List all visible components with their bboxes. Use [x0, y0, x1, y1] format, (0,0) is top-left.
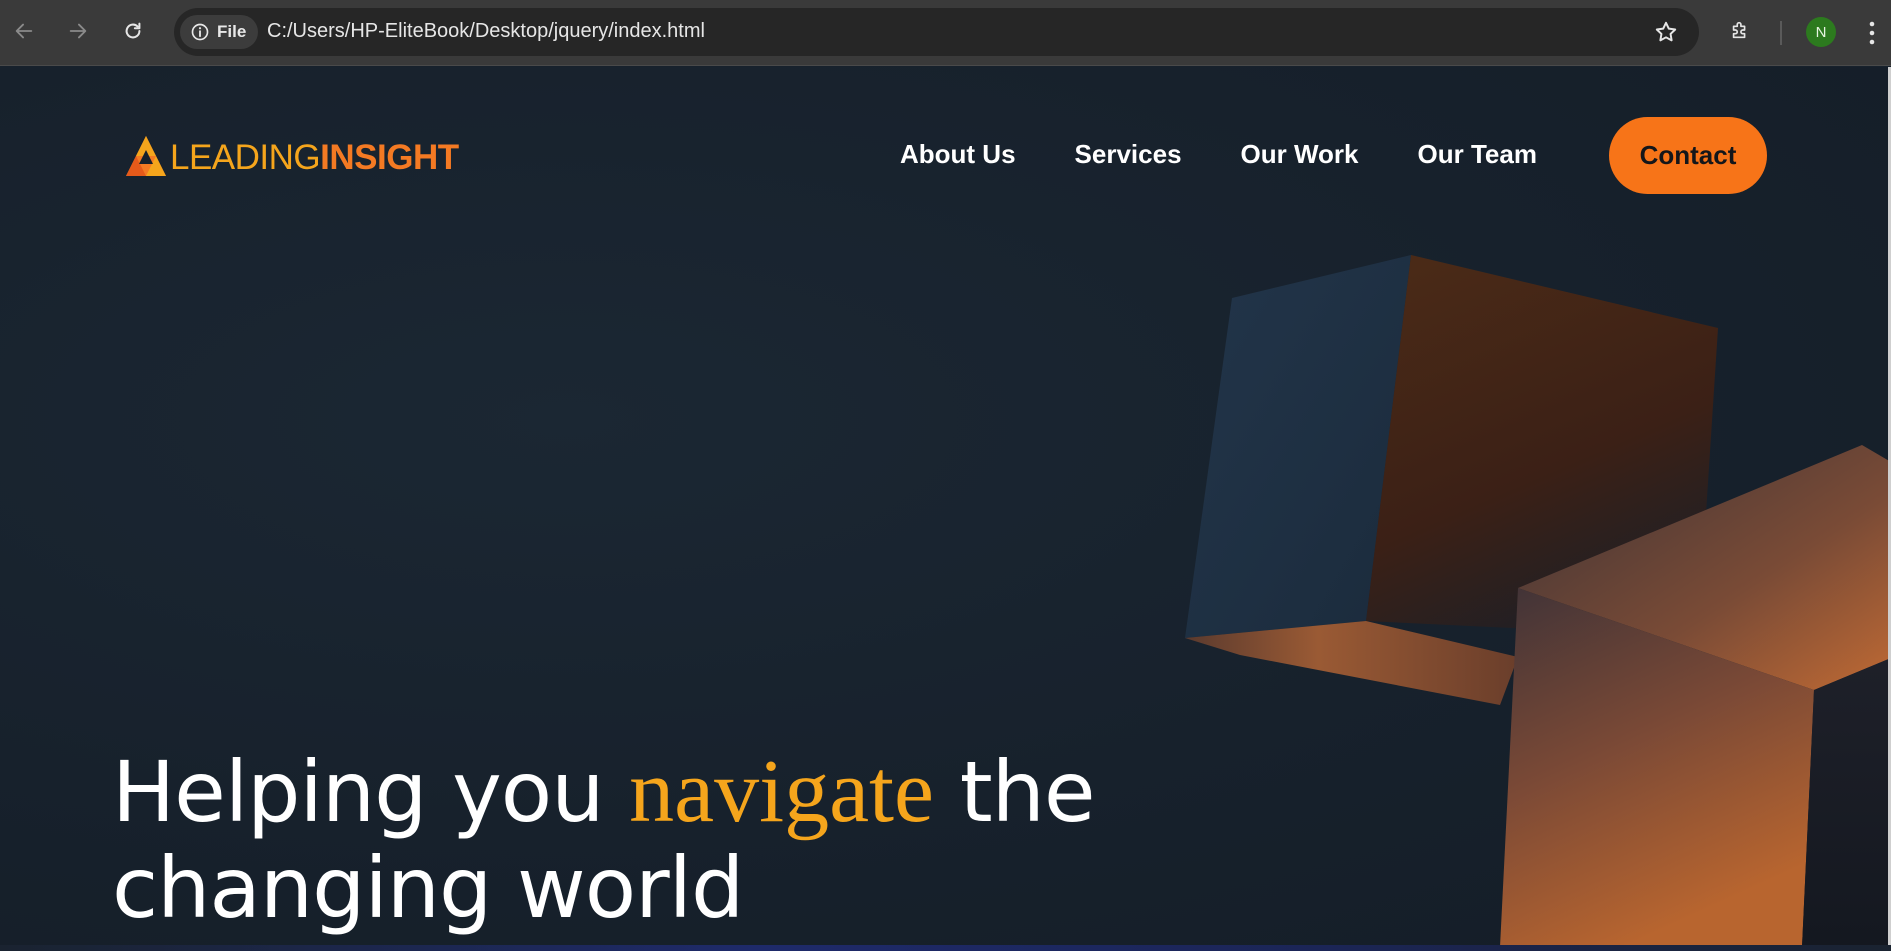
page-viewport: LEADINGINSIGHT About Us Services Our Wor…	[0, 67, 1891, 947]
forward-button[interactable]	[62, 15, 94, 47]
star-icon[interactable]	[1653, 19, 1679, 45]
reload-button[interactable]	[117, 15, 149, 47]
back-button[interactable]	[8, 15, 40, 47]
hero-headline: Helping you navigate the changing world	[112, 742, 1112, 937]
nav-our-team[interactable]: Our Team	[1418, 139, 1537, 170]
hero-text-start: Helping you	[112, 743, 630, 841]
toolbar-divider	[1780, 21, 1782, 45]
hero-3d-blocks-image	[1185, 255, 1891, 947]
nav-our-work[interactable]: Our Work	[1241, 139, 1359, 170]
triangle-logo-icon	[126, 136, 166, 176]
site-chip-label: File	[217, 22, 247, 41]
reload-icon	[125, 22, 141, 39]
forward-icon	[69, 23, 87, 39]
logo-text-leading: LEADING	[170, 137, 321, 177]
url-text[interactable]: C:/Users/HP-EliteBook/Desktop/jquery/ind…	[267, 20, 705, 43]
hero-accent-word: navigate	[629, 742, 935, 841]
profile-avatar[interactable]: N	[1806, 17, 1836, 47]
site-logo[interactable]: LEADINGINSIGHT	[124, 131, 459, 183]
extensions-button[interactable]	[1724, 14, 1756, 46]
logo-wordmark: LEADINGINSIGHT	[170, 140, 459, 175]
hero-text-line2: changing world	[112, 839, 744, 937]
nav-about-us[interactable]: About Us	[900, 139, 1016, 170]
contact-button[interactable]: Contact	[1609, 117, 1767, 194]
hero-text-after-accent: the	[934, 743, 1096, 841]
next-section-edge	[0, 945, 1891, 951]
info-icon	[191, 23, 209, 41]
browser-toolbar: File C:/Users/HP-EliteBook/Desktop/jquer…	[0, 0, 1891, 66]
back-icon	[15, 23, 33, 39]
site-info-chip[interactable]: File	[180, 15, 259, 49]
address-bar[interactable]: File C:/Users/HP-EliteBook/Desktop/jquer…	[174, 8, 1699, 56]
main-nav: About Us Services Our Work Our Team	[900, 131, 1537, 177]
menu-icon[interactable]	[1868, 20, 1876, 46]
nav-services[interactable]: Services	[1075, 139, 1182, 170]
extensions-icon	[1732, 21, 1746, 39]
logo-text-insight: INSIGHT	[320, 137, 459, 177]
